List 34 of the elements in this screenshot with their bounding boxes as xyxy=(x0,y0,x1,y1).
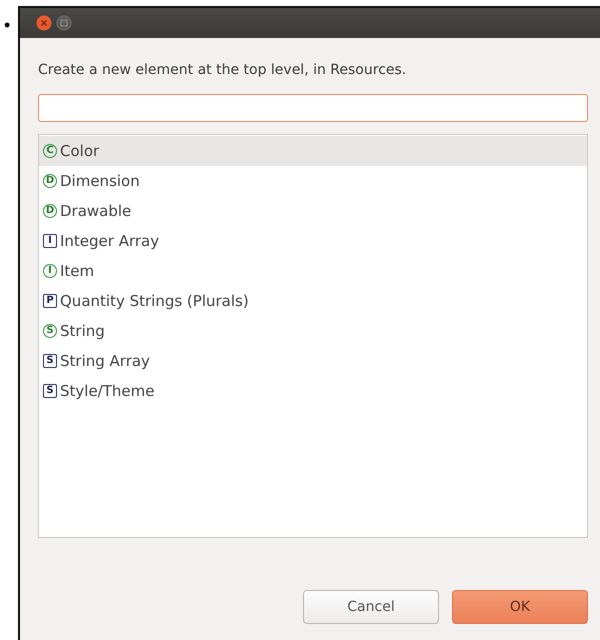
circle-letter-icon: C xyxy=(43,144,57,158)
list-item[interactable]: D Drawable xyxy=(39,196,587,226)
list-item[interactable]: C Color xyxy=(39,136,587,166)
circle-letter-icon: D xyxy=(43,174,57,188)
ok-button[interactable]: OK xyxy=(452,590,588,624)
item-label: Style/Theme xyxy=(60,382,154,400)
square-letter-icon: P xyxy=(43,294,57,308)
square-letter-icon: S xyxy=(43,354,57,368)
list-item[interactable]: S String Array xyxy=(39,346,587,376)
circle-letter-icon: I xyxy=(43,264,57,278)
list-item[interactable]: S String xyxy=(39,316,587,346)
list-item[interactable]: D Dimension xyxy=(39,166,587,196)
list-item[interactable]: S Style/Theme xyxy=(39,376,587,406)
input-field[interactable] xyxy=(38,94,588,122)
item-label: Color xyxy=(60,142,100,160)
item-label: Quantity Strings (Plurals) xyxy=(60,292,249,310)
square-letter-icon: S xyxy=(43,384,57,398)
list-item[interactable]: I Item xyxy=(39,256,587,286)
prompt-text: Create a new element at the top level, in Resources. xyxy=(38,62,408,78)
item-label: Item xyxy=(60,262,94,280)
list-item[interactable]: I Integer Array xyxy=(39,226,587,256)
circle-letter-icon: D xyxy=(43,204,57,218)
list-item[interactable]: P Quantity Strings (Plurals) xyxy=(39,286,587,316)
cancel-button[interactable]: Cancel xyxy=(303,590,439,624)
circle-letter-icon: S xyxy=(43,324,57,338)
item-label: String Array xyxy=(60,352,150,370)
item-label: Integer Array xyxy=(60,232,160,250)
item-label: String xyxy=(60,322,105,340)
close-icon[interactable] xyxy=(36,15,52,31)
item-label: Dimension xyxy=(60,172,140,190)
maximize-icon[interactable] xyxy=(56,15,72,31)
square-letter-icon: I xyxy=(43,234,57,248)
item-label: Drawable xyxy=(60,202,132,220)
list-bullet: • xyxy=(3,16,12,34)
